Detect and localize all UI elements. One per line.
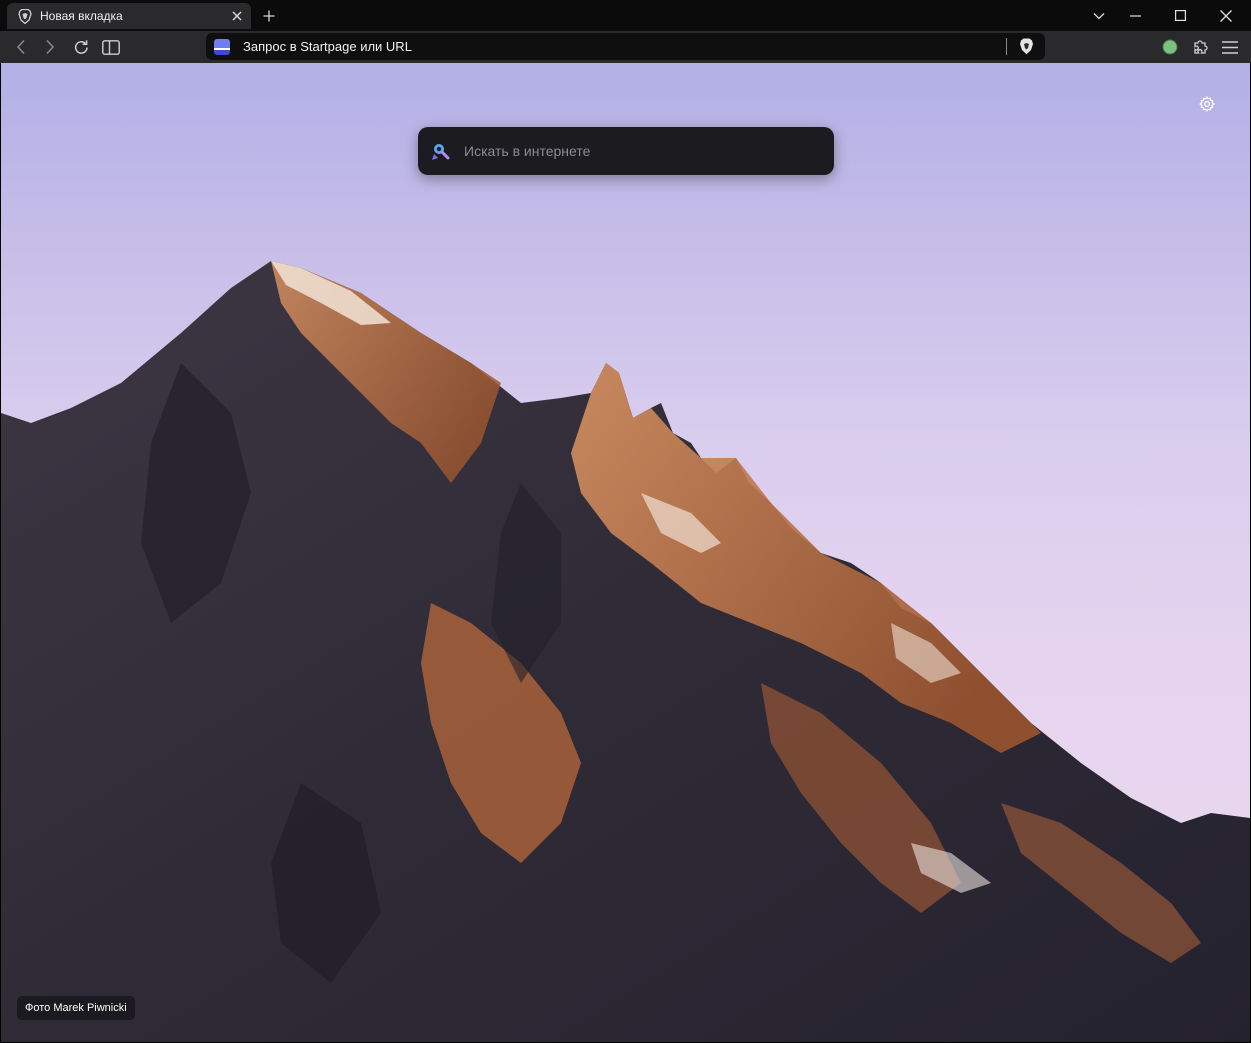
close-window-button[interactable] <box>1204 0 1248 31</box>
extensions-puzzle-icon[interactable] <box>1188 34 1214 60</box>
rocket-search-icon <box>432 144 450 160</box>
tab-new-tab[interactable]: Новая вкладка <box>7 3 251 29</box>
web-search-box[interactable] <box>418 127 834 175</box>
address-input[interactable] <box>243 39 1006 54</box>
brave-shields-icon[interactable] <box>1017 38 1035 56</box>
new-tab-page: Фото Marek Piwnicki <box>1 63 1250 1042</box>
new-tab-button[interactable] <box>258 5 280 27</box>
settings-gear-icon[interactable] <box>1197 94 1217 114</box>
sidebar-toggle-button[interactable] <box>98 34 124 60</box>
back-button[interactable] <box>8 34 34 60</box>
main-menu-icon[interactable] <box>1217 34 1243 60</box>
address-bar-divider <box>1006 38 1007 55</box>
mountain-background-photo <box>1 261 1250 1042</box>
close-tab-icon[interactable] <box>228 7 246 25</box>
tab-strip: Новая вкладка <box>0 0 1251 31</box>
reload-button[interactable] <box>68 34 94 60</box>
brave-lion-icon <box>17 8 33 24</box>
minimize-button[interactable] <box>1113 0 1157 31</box>
web-search-input[interactable] <box>464 143 834 159</box>
browser-toolbar <box>0 31 1251 63</box>
maximize-button[interactable] <box>1158 0 1202 31</box>
startpage-icon <box>214 38 230 55</box>
photo-credit[interactable]: Фото Marek Piwnicki <box>17 996 135 1020</box>
address-bar[interactable] <box>206 33 1045 60</box>
tab-title: Новая вкладка <box>40 9 123 23</box>
forward-button[interactable] <box>37 34 63 60</box>
profile-status-icon[interactable] <box>1157 34 1183 60</box>
